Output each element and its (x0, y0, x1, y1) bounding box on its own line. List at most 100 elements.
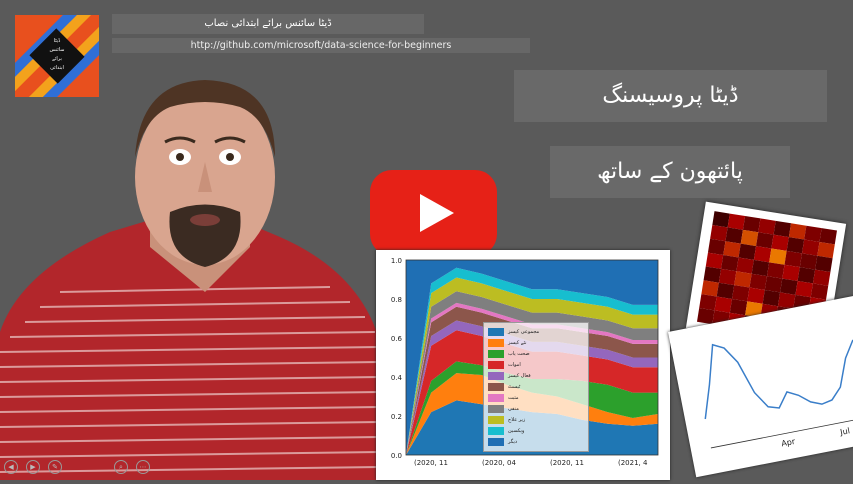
pen-icon[interactable]: ✎ (48, 460, 62, 474)
legend-item: صحت یاب (488, 349, 584, 359)
heatmap-cell (801, 239, 820, 256)
legend-label: دیگر (508, 439, 518, 445)
heatmap-cell (819, 228, 837, 245)
chart-legend: مجموعی کیسز نئے کیسز صحت یاب اموات فعال کیسز… (483, 322, 589, 452)
heatmap-cell (804, 225, 822, 242)
heatmap-cell (747, 287, 765, 304)
heatmap-cell (788, 223, 807, 240)
legend-swatch (488, 328, 504, 336)
next-slide-icon[interactable]: ▶ (26, 460, 40, 474)
legend-label: مثبت (508, 395, 519, 401)
legend-swatch (488, 383, 504, 391)
legend-label: فعال کیسز (508, 373, 531, 379)
heatmap-cell (701, 280, 719, 297)
x-tick-label: (2020, 11 (550, 459, 584, 467)
y-tick-label: 0.4 (391, 374, 403, 382)
legend-swatch (488, 438, 504, 446)
heatmap-cell (817, 241, 835, 259)
y-tick-label: 0.6 (391, 335, 403, 343)
heatmap-cell (756, 232, 774, 249)
legend-item: ٹیسٹ (488, 382, 584, 392)
heatmap-cell (766, 262, 785, 279)
heatmap-cell (758, 218, 776, 235)
legend-swatch (488, 361, 504, 369)
heatmap-cell (718, 268, 737, 286)
heatmap-cell (751, 259, 770, 277)
heatmap-cell (762, 289, 781, 307)
heatmap-cell (707, 238, 726, 256)
legend-label: منفی (508, 406, 519, 412)
heatmap-cell (736, 257, 754, 274)
legend-swatch (488, 427, 504, 435)
heatmap-cell (782, 264, 800, 282)
presenter-photo (0, 80, 380, 480)
slide-controls: ◀ ▶ ✎ ⌕ ⋯ (4, 460, 154, 476)
heatmap-cell (725, 227, 743, 244)
x-tick-label: Apr (781, 437, 797, 449)
legend-swatch (488, 350, 504, 358)
x-tick-label: Jul (838, 426, 850, 437)
youtube-play-icon[interactable] (370, 170, 497, 256)
heatmap-cell (740, 229, 759, 247)
heatmap-cell (786, 237, 805, 254)
heatmap-cell (721, 255, 739, 272)
heatmap-cell (773, 220, 792, 238)
legend-item: فعال کیسز (488, 371, 584, 381)
legend-swatch (488, 394, 504, 402)
heatmap-cell (753, 246, 772, 263)
legend-item: مثبت (488, 393, 584, 403)
heatmap-cell (738, 243, 757, 260)
legend-label: صحت یاب (508, 351, 530, 357)
legend-item: زیر علاج (488, 415, 584, 425)
heatmap-cell (815, 255, 833, 273)
heatmap-cell (812, 269, 831, 286)
y-tick-label: 0.2 (391, 413, 402, 421)
heatmap-cell (714, 296, 732, 313)
heatmap-cell (771, 234, 789, 251)
legend-label: ویکسین (508, 428, 525, 434)
legend-swatch (488, 405, 504, 413)
legend-item: دیگر (488, 437, 584, 447)
legend-label: اموات (508, 362, 521, 368)
heatmap-cell (723, 241, 741, 258)
heatmap-cell (742, 215, 761, 233)
heatmap-cell (710, 224, 728, 242)
heatmap-cell (777, 292, 796, 309)
heatmap-cell (784, 250, 802, 268)
y-tick-label: 0.8 (391, 296, 402, 304)
x-tick-label: (2020, 04 (482, 459, 516, 467)
heatmap-cell (727, 213, 746, 230)
heatmap-cell (696, 307, 715, 325)
y-tick-label: 1.0 (391, 257, 402, 265)
heatmap-cell (705, 252, 724, 269)
legend-swatch (488, 372, 504, 380)
heatmap-cell (810, 283, 829, 300)
zoom-icon[interactable]: ⌕ (114, 460, 128, 474)
heatmap-cell (780, 278, 798, 295)
heatmap-cell (749, 273, 767, 290)
legend-label: زیر علاج (508, 417, 526, 423)
legend-item: مجموعی کیسز (488, 327, 584, 337)
course-url[interactable]: http://github.com/microsoft/data-science… (112, 38, 530, 53)
heatmap-cell (731, 285, 750, 302)
heatmap-cell (712, 211, 730, 228)
legend-item: ویکسین (488, 426, 584, 436)
legend-label: مجموعی کیسز (508, 329, 540, 335)
legend-item: نئے کیسز (488, 338, 584, 348)
heatmap-cell (799, 253, 818, 270)
previous-slide-icon[interactable]: ◀ (4, 460, 18, 474)
heatmap-cell (797, 267, 816, 284)
callout-with-python: پائتھون کے ساتھ (550, 146, 790, 198)
legend-label: نئے کیسز (508, 340, 527, 346)
heatmap-cell (699, 294, 717, 311)
heatmap-cell (729, 298, 748, 316)
x-tick-label: (2021, 4 (618, 459, 648, 467)
y-tick-label: 0.0 (391, 452, 402, 460)
more-options-icon[interactable]: ⋯ (136, 460, 150, 474)
callout-data-processing: ڈیٹا پروسیسنگ (514, 70, 827, 122)
heatmap-cell (795, 281, 813, 298)
line-series (704, 339, 853, 420)
x-tick-label: (2020, 11 (414, 459, 448, 467)
heatmap-cell (716, 282, 735, 299)
legend-item: اموات (488, 360, 584, 370)
